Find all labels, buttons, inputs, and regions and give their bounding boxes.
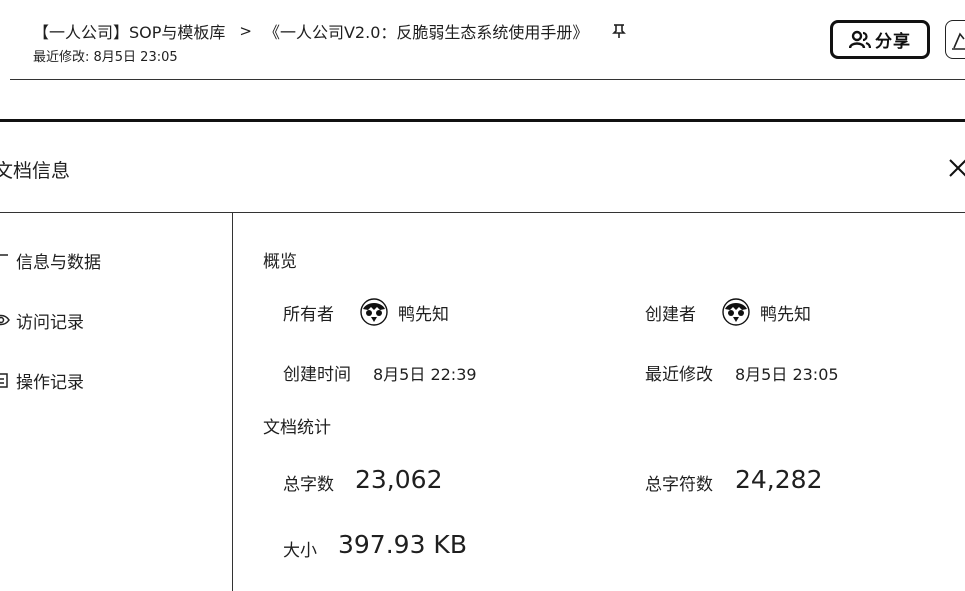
close-icon[interactable] [946, 156, 965, 180]
nav-item-operation-log[interactable]: 操作记录 [0, 367, 84, 393]
file-size-label: 大小 [283, 541, 317, 561]
pin-icon[interactable] [610, 22, 628, 40]
modified-time-value: 8月5日 23:05 [735, 365, 839, 384]
overview-title: 概览 [263, 252, 297, 272]
stats-title: 文档统计 [263, 418, 331, 438]
word-count-value: 23,062 [355, 465, 443, 494]
document-header: 【一人公司】SOP与模板库 > 《一人公司V2.0：反脆弱生态系统使用手册》 最… [0, 0, 965, 80]
share-button-label: 分享 [875, 32, 911, 52]
nav-item-label: 访问记录 [16, 312, 84, 333]
dialog-header-divider [0, 212, 965, 213]
avatar [360, 298, 388, 326]
document-title[interactable]: 《一人公司V2.0：反脆弱生态系统使用手册》 [264, 19, 588, 43]
dialog-title: 文档信息 [0, 160, 71, 182]
chart-icon [0, 251, 10, 269]
users-icon [849, 30, 871, 50]
creator-name: 鸭先知 [760, 304, 811, 325]
creator-user[interactable]: 鸭先知 [722, 297, 811, 327]
char-count-value: 24,282 [735, 465, 823, 494]
owner-user[interactable]: 鸭先知 [360, 297, 449, 327]
dialog-top-border [0, 119, 965, 122]
nav-item-label: 操作记录 [16, 372, 84, 393]
last-modified-text: 最近修改: 8月5日 23:05 [33, 50, 178, 65]
creator-label: 创建者 [645, 305, 696, 325]
created-time-label: 创建时间 [283, 365, 351, 385]
share-button[interactable]: 分享 [830, 20, 930, 59]
eye-icon [0, 311, 10, 329]
created-time-value: 8月5日 22:39 [373, 365, 477, 384]
owner-name: 鸭先知 [398, 304, 449, 325]
nav-item-label: 信息与数据 [16, 252, 101, 273]
avatar [722, 298, 750, 326]
nav-divider [232, 213, 233, 591]
breadcrumb-separator: > [239, 22, 252, 40]
history-icon [0, 371, 10, 389]
breadcrumb-root-link[interactable]: 【一人公司】SOP与模板库 [33, 19, 225, 43]
nav-item-access-log[interactable]: 访问记录 [0, 307, 84, 333]
modified-time-label: 最近修改 [645, 365, 713, 385]
word-count-label: 总字数 [283, 475, 334, 495]
breadcrumb: 【一人公司】SOP与模板库 > 《一人公司V2.0：反脆弱生态系统使用手册》 [33, 20, 628, 42]
owner-label: 所有者 [283, 305, 334, 325]
header-divider [10, 79, 965, 80]
nav-item-info-data[interactable]: 信息与数据 [0, 247, 101, 273]
file-size-value: 397.93 KB [338, 530, 467, 559]
more-button[interactable] [945, 20, 965, 59]
char-count-label: 总字符数 [645, 475, 713, 495]
